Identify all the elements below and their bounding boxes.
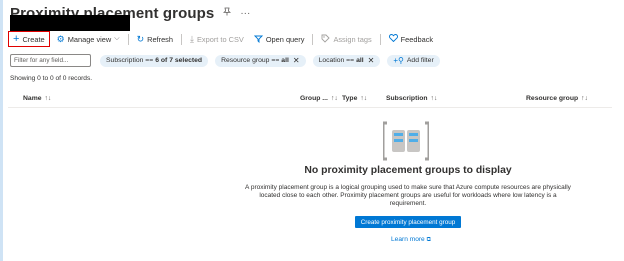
refresh-label: Refresh	[147, 34, 173, 44]
column-header-resource-group[interactable]: Resource group ↑↓	[526, 95, 588, 102]
location-filter-pill[interactable]: Location == all ✕	[312, 54, 381, 67]
column-header-label: Name	[23, 95, 42, 102]
resource-group-filter-pill[interactable]: Resource group == all ✕	[215, 54, 306, 67]
location-filter-value: all	[356, 57, 364, 64]
download-icon: ⤓	[190, 33, 194, 44]
feedback-button[interactable]: Feedback	[384, 32, 438, 46]
manage-view-label: Manage view	[67, 34, 112, 44]
column-header-name[interactable]: Name ↑↓	[23, 95, 51, 102]
export-csv-label: Export to CSV	[196, 34, 244, 44]
feedback-label: Feedback	[400, 34, 434, 44]
chevron-down-icon: ⌵	[114, 35, 120, 42]
location-filter-label: Location ==	[318, 57, 355, 64]
records-count: Showing 0 to 0 of 0 records.	[10, 75, 93, 82]
column-header-label: Type	[342, 95, 358, 102]
sort-icon: ↑↓	[430, 95, 438, 102]
sort-icon: ↑↓	[581, 95, 588, 102]
subscription-filter-value: 6 of 7 selected	[155, 57, 203, 64]
redacted-subtitle	[10, 15, 130, 31]
column-header-type[interactable]: Type ↑↓	[342, 95, 367, 102]
pin-icon[interactable]	[223, 7, 232, 19]
tag-icon	[321, 34, 331, 45]
column-header-label: Group ...	[300, 95, 328, 102]
proximity-placement-group-icon	[381, 120, 431, 162]
refresh-button[interactable]: ↻ Refresh	[132, 32, 178, 46]
add-filter-button[interactable]: +⚲ Add filter	[387, 54, 440, 67]
gear-icon: ⚙	[56, 33, 65, 44]
sort-icon: ↑↓	[330, 95, 338, 102]
plus-icon: +	[13, 32, 20, 45]
manage-view-button[interactable]: ⚙ Manage view ⌵	[52, 32, 125, 46]
export-csv-button[interactable]: ⤓ Export to CSV	[185, 32, 249, 46]
column-header-subscription[interactable]: Subscription ↑↓	[386, 95, 437, 102]
resource-group-filter-value: all	[281, 57, 289, 64]
subscription-filter-label: Subscription ==	[106, 57, 154, 64]
query-icon	[253, 34, 263, 45]
column-header-group[interactable]: Group ... ↑↓	[300, 95, 338, 102]
add-filter-label: Add filter	[406, 57, 434, 64]
filter-input-placeholder: Filter for any field...	[14, 57, 69, 64]
learn-more-label: Learn more	[391, 236, 425, 243]
column-header-label: Subscription	[386, 95, 428, 102]
toolbar-divider	[181, 33, 182, 45]
resource-group-filter-label: Resource group ==	[221, 57, 280, 64]
sort-icon: ↑↓	[360, 95, 368, 102]
heart-icon	[388, 34, 398, 44]
table-header: Name ↑↓ Group ... ↑↓ Type ↑↓ Subscription ↑↓…	[0, 92, 624, 106]
toolbar-divider	[127, 33, 129, 45]
command-bar: + Create ⚙ Manage view ⌵ ↻ Refresh ⤓ Exp…	[8, 31, 438, 47]
learn-more-link[interactable]: Learn more ⧉	[391, 236, 431, 244]
create-proximity-placement-group-button[interactable]: Create proximity placement group	[355, 216, 461, 228]
toolbar-divider	[379, 33, 381, 45]
create-button[interactable]: + Create	[8, 31, 50, 47]
column-header-label: Resource group	[526, 95, 579, 102]
add-filter-icon: +⚲	[393, 56, 404, 65]
external-link-icon: ⧉	[426, 237, 431, 243]
left-accent-strip	[0, 0, 3, 261]
filter-bar: Filter for any field... Subscription == …	[10, 54, 447, 67]
open-query-button[interactable]: Open query	[249, 32, 310, 46]
filter-input[interactable]: Filter for any field...	[10, 54, 91, 67]
create-button-label: Create	[22, 34, 45, 44]
assign-tags-label: Assign tags	[333, 34, 372, 44]
subscription-filter-pill[interactable]: Subscription == 6 of 7 selected	[100, 54, 209, 67]
close-icon[interactable]: ✕	[293, 56, 300, 65]
empty-state-title: No proximity placement groups to display	[304, 165, 512, 176]
empty-state-description: A proximity placement group is a logical…	[245, 184, 571, 208]
close-icon[interactable]: ✕	[368, 56, 375, 65]
table-header-divider	[8, 107, 612, 108]
assign-tags-button[interactable]: Assign tags	[316, 32, 376, 46]
open-query-label: Open query	[265, 34, 305, 44]
toolbar-divider	[312, 33, 314, 45]
refresh-icon: ↻	[136, 33, 145, 44]
sort-icon: ↑↓	[44, 95, 52, 102]
more-icon[interactable]: ···	[240, 8, 250, 19]
